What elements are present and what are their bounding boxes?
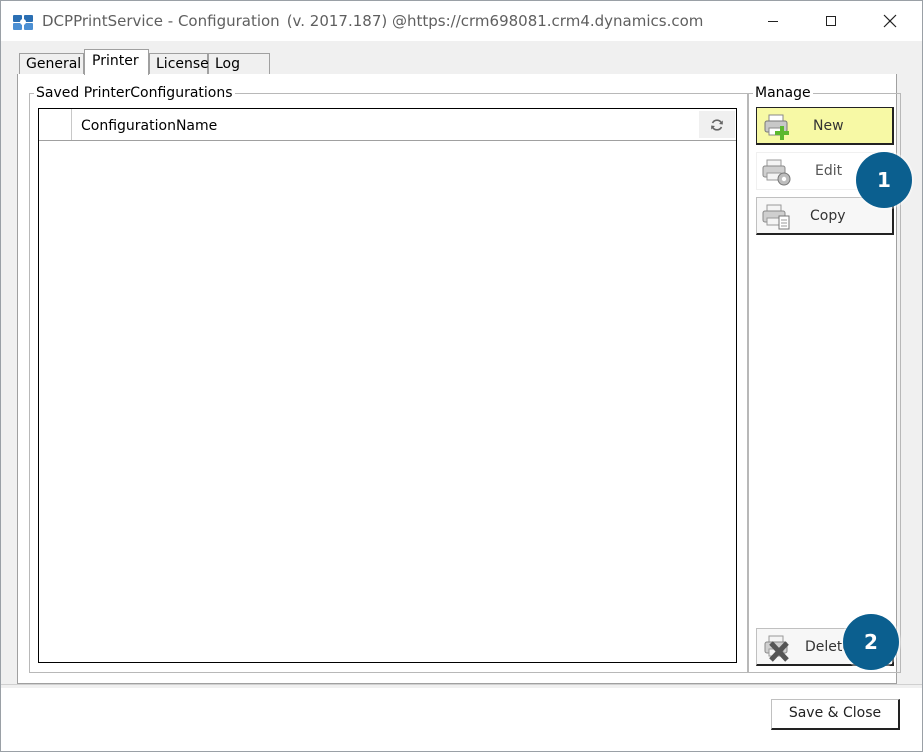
printer-delete-icon [764,635,789,662]
window-title: DCPPrintService - Configuration (v. 2017.… [42,12,703,30]
callout-badge-2: 2 [843,614,899,670]
tab-strip: General Printer License Log [17,49,897,75]
close-button[interactable] [867,1,913,41]
window-title-url: @https://crm698081.crm4.dynamics.com [392,12,704,30]
tab-license[interactable]: License [149,53,209,74]
grid-row-header-corner[interactable] [39,109,72,140]
refresh-icon [711,118,723,131]
printer-settings-icon [762,159,791,186]
config-window: DCPPrintService - Configuration (v. 2017.… [0,0,923,752]
new-button-label: New [813,118,844,134]
printer-add-icon [764,114,789,140]
configurations-grid[interactable]: ConfigurationName [38,108,737,663]
maximize-button[interactable] [808,1,854,41]
printer-copy-icon [762,204,790,230]
maximize-icon [826,16,836,26]
callout-badge-1: 1 [856,152,912,208]
edit-button-label: Edit [815,163,843,179]
tab-general[interactable]: General [19,53,84,74]
title-bar[interactable]: DCPPrintService - Configuration (v. 2017.… [1,1,922,41]
app-logo-icon [13,15,33,30]
new-button[interactable]: New [756,107,894,145]
grid-header: ConfigurationName [39,109,736,141]
save-close-button[interactable]: Save & Close [771,699,900,730]
tab-log[interactable]: Log [208,53,270,74]
window-title-version: (v. 2017.187) [286,12,388,30]
saved-configurations-legend: Saved PrinterConfigurations [34,84,235,102]
minimize-icon [768,21,778,22]
window-title-app: DCPPrintService - Configuration [42,12,280,30]
footer-divider [1,684,922,685]
refresh-button[interactable] [699,111,735,138]
tab-printer[interactable]: Printer [84,49,149,75]
manage-legend: Manage [753,84,813,102]
copy-button-label: Copy [810,208,846,224]
close-icon [883,14,897,28]
column-header-configuration-name[interactable]: ConfigurationName [81,118,217,134]
minimize-button[interactable] [750,1,796,41]
